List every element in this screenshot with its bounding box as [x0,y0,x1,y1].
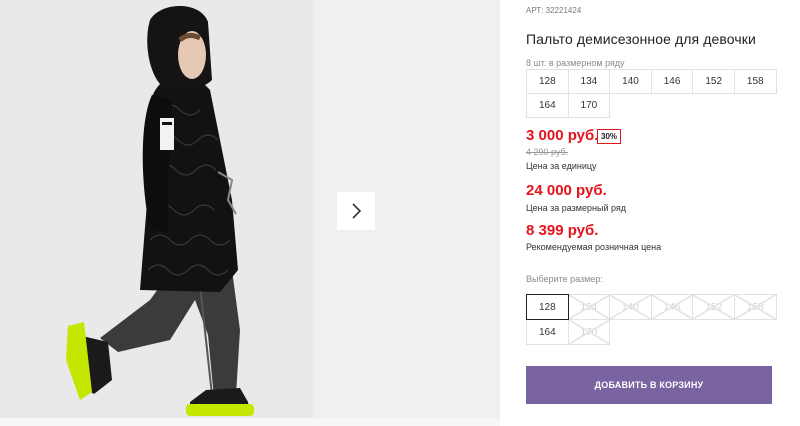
article-number: АРТ: 32221424 [526,6,581,15]
old-price: 4 290 руб. [526,147,569,157]
pack-size-cell: 140 [610,70,652,94]
pack-size-cell: 146 [651,70,694,94]
pack-size-grid: 128 134 140 146 152 158 164 170 [526,69,777,118]
row-price-label: Цена за размерный ряд [526,203,627,213]
recommended-price-label: Рекомендуемая розничная цена [526,242,662,252]
row-price: 24 000 руб. [526,182,607,199]
size-option-170: 170 [567,319,611,345]
article-value: 32221424 [545,6,582,15]
unavailable-cross-icon [693,295,734,319]
unit-price: 3 000 руб. [526,127,599,144]
product-photo[interactable] [0,0,313,426]
pack-size-cell: 170 [568,94,611,118]
size-option-134: 134 [567,294,611,320]
article-label: АРТ: [526,6,544,15]
unavailable-cross-icon [569,295,610,319]
pack-size-label: 8 шт. в размерном ряду [526,58,625,68]
unavailable-cross-icon [652,295,693,319]
size-selector: 128 134140146152158 164 170 [526,294,777,345]
pack-size-cell: 128 [527,70,569,94]
size-option-146: 146 [650,294,694,320]
discount-badge: 30% [597,129,622,144]
product-title: Пальто демисезонное для девочки [526,31,756,47]
unavailable-cross-icon [735,295,776,319]
add-to-cart-button[interactable]: ДОБАВИТЬ В КОРЗИНУ [526,366,772,404]
size-option-140: 140 [609,294,652,320]
pack-size-cell: 164 [527,94,569,118]
size-option-128[interactable]: 128 [526,294,569,320]
girl-in-coat-illustration [0,0,313,426]
gallery-thumbnail-strip [0,418,500,426]
recommended-price: 8 399 руб. [526,222,599,239]
gallery-next-button[interactable] [337,192,375,230]
size-option-label: 164 [538,326,556,338]
choose-size-label: Выберите размер: [526,274,603,284]
size-option-164[interactable]: 164 [526,319,569,345]
unavailable-cross-icon [610,295,651,319]
size-option-158: 158 [733,294,777,320]
pack-size-cell: 152 [693,70,735,94]
unavailable-cross-icon [569,320,610,344]
unit-price-label: Цена за единицу [526,161,597,171]
pack-size-cell: 158 [734,70,777,94]
pack-size-cell: 134 [568,70,611,94]
size-option-152: 152 [692,294,735,320]
size-option-label: 128 [538,301,556,313]
chevron-right-icon [352,203,362,219]
